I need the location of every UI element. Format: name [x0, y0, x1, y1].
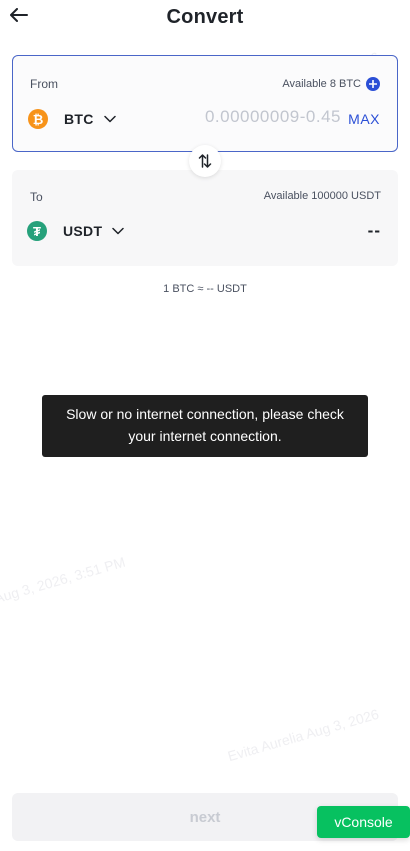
usdt-coin-icon: ₮: [27, 221, 47, 241]
to-card: To Available 100000 USDT ₮ USDT --: [12, 170, 398, 266]
chevron-down-icon: [112, 227, 125, 235]
vconsole-button[interactable]: vConsole: [317, 806, 410, 838]
from-amount-input[interactable]: [151, 107, 341, 127]
btc-coin-icon: ₿: [28, 109, 48, 129]
page-title: Convert: [166, 6, 244, 28]
exchange-rate: 1 BTC ≈ -- USDT: [163, 283, 247, 295]
swap-button[interactable]: [189, 145, 221, 177]
from-coin-name: BTC: [64, 111, 94, 127]
to-coin-select[interactable]: ₮ USDT: [27, 221, 125, 241]
plus-circle-icon[interactable]: [366, 77, 380, 91]
to-available: Available 100000 USDT: [264, 190, 381, 202]
swap-arrows-icon: [198, 154, 212, 168]
from-label: From: [30, 77, 58, 91]
from-coin-select[interactable]: ₿ BTC: [28, 109, 116, 129]
toast-line-2: your internet connection.: [128, 428, 282, 444]
from-available: Available 8 BTC: [282, 77, 380, 91]
top-bar: Convert: [0, 0, 410, 36]
network-error-toast: Slow or no internet connection, please c…: [42, 395, 368, 457]
to-available-text: Available 100000 USDT: [263, 190, 381, 202]
watermark-text: Evita Aurelia Aug 3, 2026: [225, 705, 381, 765]
from-card: From Available 8 BTC ₿ BTC MAX: [12, 55, 398, 152]
from-available-text: Available 8 BTC: [282, 78, 361, 90]
max-button[interactable]: MAX: [348, 111, 380, 127]
to-label: To: [30, 190, 43, 204]
toast-line-1: Slow or no internet connection, please c…: [66, 406, 344, 422]
to-coin-name: USDT: [63, 223, 103, 239]
to-amount: --: [367, 221, 381, 240]
watermark-text: Aug 3, 2026, 3:51 PM: [0, 553, 128, 607]
chevron-down-icon: [103, 115, 116, 123]
